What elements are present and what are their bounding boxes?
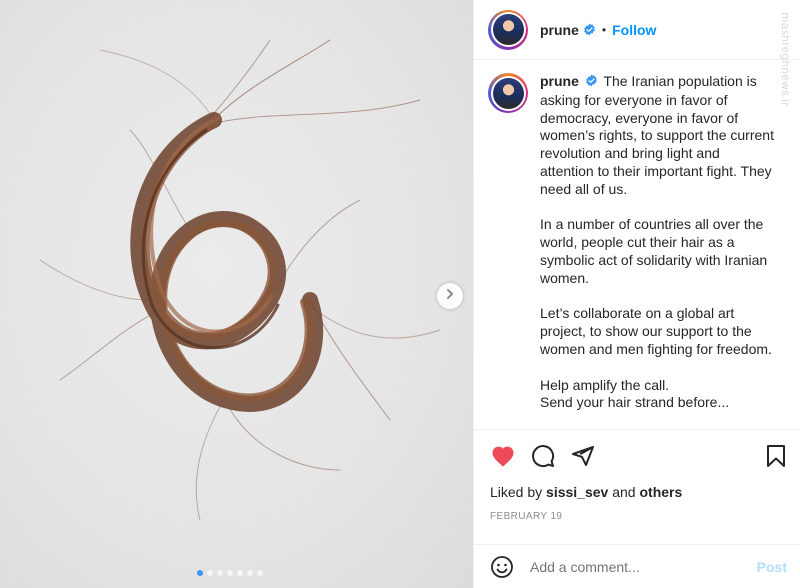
caption-paragraph: Let’s collaborate on a global art projec… — [540, 305, 772, 357]
carousel-indicator — [197, 570, 263, 576]
caption-paragraph: prune The Iranian population is asking f… — [540, 73, 776, 199]
carousel-dot — [207, 570, 213, 576]
post-actions-area: Liked by sissi_sev and others FEBRUARY 1… — [474, 429, 800, 522]
action-bar — [474, 430, 800, 482]
liked-by-others[interactable]: others — [639, 484, 682, 500]
caption-avatar[interactable] — [488, 73, 528, 113]
comment-bar: Add a comment... Post — [474, 544, 800, 588]
carousel-dot — [247, 570, 253, 576]
header-separator: • — [601, 22, 607, 37]
avatar — [492, 14, 524, 45]
comment-icon[interactable] — [530, 443, 556, 469]
carousel-dot — [237, 570, 243, 576]
story-ring[interactable] — [488, 9, 528, 50]
heart-icon[interactable] — [490, 443, 516, 469]
chevron-right-icon — [444, 287, 456, 305]
caption-scroll-area[interactable]: prune The Iranian population is asking f… — [474, 61, 800, 429]
hair-strand-image — [39, 39, 441, 521]
likes-summary: Liked by sissi_sev and others — [474, 484, 800, 500]
post-comment-button[interactable]: Post — [757, 559, 787, 575]
share-icon[interactable] — [570, 443, 596, 469]
carousel-dot — [217, 570, 223, 576]
caption: prune The Iranian population is asking f… — [488, 73, 785, 412]
caption-username[interactable]: prune — [540, 73, 579, 89]
follow-button[interactable]: Follow — [612, 22, 656, 38]
emoji-icon[interactable] — [490, 555, 514, 579]
caption-body: The Iranian population is asking for eve… — [540, 73, 774, 197]
avatar — [492, 77, 524, 109]
comment-input[interactable]: Add a comment... — [530, 559, 757, 575]
liked-by-and: and — [612, 484, 636, 500]
caption-paragraph: In a number of countries all over the wo… — [540, 216, 768, 286]
carousel-dot-active — [197, 570, 203, 576]
caption-text: prune The Iranian population is asking f… — [540, 73, 776, 412]
next-slide-button[interactable] — [437, 283, 463, 309]
bookmark-icon[interactable] — [763, 443, 789, 469]
verified-badge-icon — [583, 23, 596, 36]
verified-badge-icon — [585, 74, 598, 92]
carousel-dot — [227, 570, 233, 576]
liked-by-prefix: Liked by — [490, 484, 543, 500]
post-image[interactable] — [0, 0, 473, 588]
caption-paragraph: Help amplify the call. Send your hair st… — [540, 376, 730, 411]
header-username[interactable]: prune — [540, 22, 579, 38]
post-date[interactable]: FEBRUARY 19 — [474, 511, 800, 522]
carousel-dot — [257, 570, 263, 576]
liked-by-user[interactable]: sissi_sev — [546, 484, 608, 500]
post-side-panel: prune • Follow mashreghnews.ir prune The… — [473, 0, 800, 588]
